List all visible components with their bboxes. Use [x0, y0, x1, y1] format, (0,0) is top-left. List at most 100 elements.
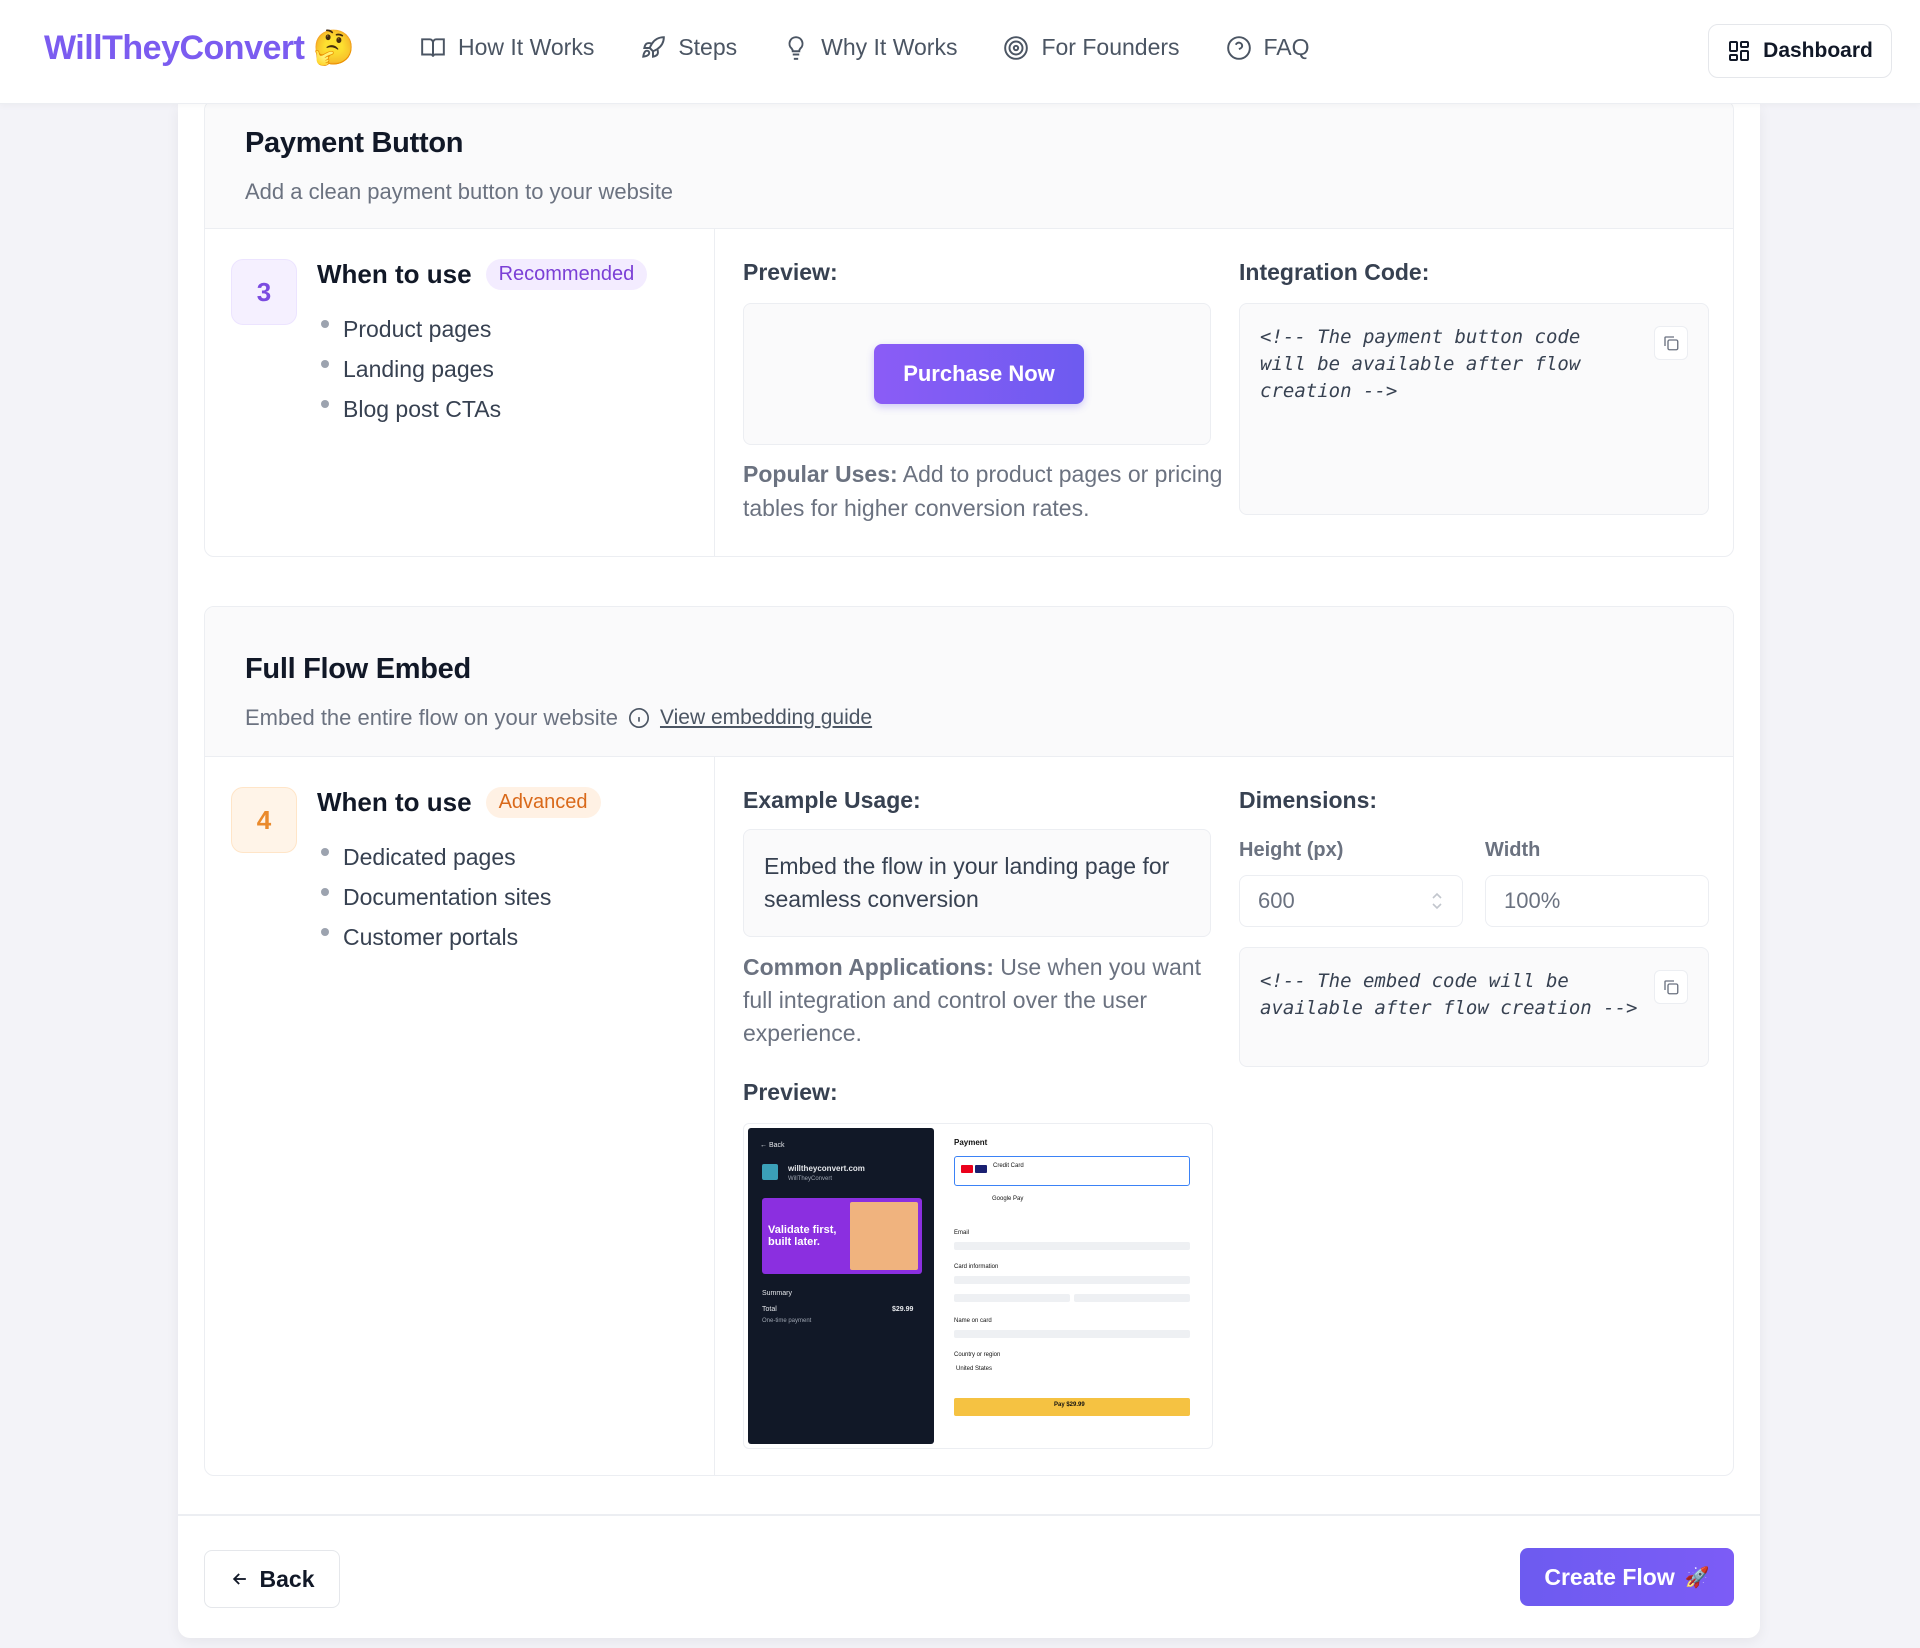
common-applications-label: Common Applications: — [743, 954, 994, 980]
list-item: Dedicated pages — [321, 837, 551, 877]
preview-card-logo — [975, 1165, 987, 1173]
preview-card-info-label: Card information — [954, 1264, 999, 1270]
preview-expiry-input — [954, 1294, 1070, 1302]
help-circle-icon — [1226, 35, 1251, 60]
info-icon — [628, 708, 649, 728]
nav-how-it-works[interactable]: How It Works — [420, 34, 594, 61]
top-nav: WillTheyConvert 🤔 How It Works Steps Why… — [0, 0, 1920, 104]
nav-links: How It Works Steps Why It Works For Foun… — [420, 34, 1310, 61]
step-number-badge: 4 — [231, 787, 297, 853]
card-header: Full Flow Embed Embed the entire flow on… — [205, 607, 1733, 757]
card-title: Payment Button — [245, 127, 464, 159]
card-subtitle: Embed the entire flow on your website Vi… — [245, 705, 872, 731]
advanced-tag: Advanced — [485, 787, 601, 818]
preview-dark-panel: ← Back willtheyconvert.com WillTheyConve… — [748, 1128, 934, 1444]
lightbulb-icon — [788, 35, 804, 60]
nav-why-it-works[interactable]: Why It Works — [783, 34, 957, 61]
thinking-face-icon: 🤔 — [312, 28, 355, 68]
nav-for-founders[interactable]: For Founders — [1003, 34, 1180, 61]
preview-total-label: Total — [762, 1306, 777, 1313]
width-label: Width — [1485, 839, 1541, 861]
height-value: 600 — [1258, 888, 1295, 913]
list-item: Documentation sites — [321, 877, 551, 917]
nav-link-label: For Founders — [1041, 34, 1180, 60]
width-value: 100% — [1504, 888, 1561, 913]
height-label: Height (px) — [1239, 839, 1344, 861]
when-to-use-column: 3 When to use Recommended Product pages … — [205, 229, 715, 556]
card-title: Full Flow Embed — [245, 653, 471, 685]
create-flow-label: Create Flow — [1544, 1563, 1675, 1590]
card-subtitle: Add a clean payment button to your websi… — [245, 179, 673, 205]
nav-steps[interactable]: Steps — [640, 34, 737, 61]
preview-name-label: Name on card — [954, 1318, 992, 1324]
when-to-use-title: When to use — [317, 787, 472, 817]
back-button[interactable]: Back — [204, 1550, 340, 1608]
integration-code-label: Integration Code: — [1239, 259, 1430, 285]
nav-faq[interactable]: FAQ — [1226, 34, 1310, 61]
preview-label: Preview: — [743, 259, 838, 285]
preview-country-value: United States — [956, 1366, 993, 1372]
integration-code-box: <!-- The payment button code will be ava… — [1239, 303, 1709, 515]
preview-box: Purchase Now — [743, 303, 1211, 445]
create-flow-button[interactable]: Create Flow 🚀 — [1520, 1548, 1734, 1606]
nav-link-label: How It Works — [458, 34, 595, 60]
preview-country-label: Country or region — [954, 1352, 1001, 1358]
preview-summary-label: Summary — [762, 1290, 792, 1297]
preview-name-input — [954, 1330, 1190, 1338]
layout-grid-icon — [1729, 41, 1750, 61]
preview-site-sub: WillTheyConvert — [788, 1176, 833, 1182]
example-usage-label: Example Usage: — [743, 787, 921, 813]
purchase-now-button[interactable]: Purchase Now — [874, 344, 1084, 404]
copy-icon — [1664, 336, 1679, 351]
use-list: Dedicated pages Documentation sites Cust… — [321, 837, 551, 957]
preview-card-option: Credit Card — [954, 1156, 1190, 1186]
example-usage-box: Embed the flow in your landing page for … — [743, 829, 1211, 937]
width-input[interactable]: 100% — [1485, 875, 1709, 927]
number-stepper[interactable] — [1430, 889, 1444, 913]
preview-hero-text: Validate first, built later. — [768, 1224, 837, 1248]
copy-button[interactable] — [1654, 970, 1688, 1004]
preview-once-label: One-time payment — [762, 1318, 812, 1324]
dashboard-button[interactable]: Dashboard — [1708, 24, 1892, 78]
height-input[interactable]: 600 — [1239, 875, 1463, 927]
copy-button[interactable] — [1654, 326, 1688, 360]
footer-divider — [178, 1514, 1760, 1516]
preview-card-logo — [961, 1165, 973, 1173]
logo-text: WillTheyConvert — [44, 28, 305, 67]
dashboard-label: Dashboard — [1763, 39, 1873, 62]
arrow-left-icon — [232, 1573, 246, 1585]
book-icon — [421, 37, 445, 57]
logo[interactable]: WillTheyConvert 🤔 — [44, 28, 355, 68]
view-embedding-guide-link[interactable]: View embedding guide — [660, 706, 872, 730]
target-icon — [1004, 35, 1029, 60]
preview-card-input — [954, 1276, 1190, 1284]
preview-cvc-input — [1074, 1294, 1190, 1302]
when-to-use-header: When to use Advanced — [317, 787, 601, 818]
preview-payment-title: Payment — [954, 1138, 988, 1147]
recommended-tag: Recommended — [485, 259, 648, 290]
preview-gpay-label: Google Pay — [992, 1196, 1024, 1202]
copy-icon — [1664, 980, 1679, 995]
payment-button-card: Payment Button Add a clean payment butto… — [204, 100, 1734, 557]
preview-site-name: willtheyconvert.com — [788, 1164, 865, 1173]
full-flow-embed-card: Full Flow Embed Embed the entire flow on… — [204, 606, 1734, 1476]
nav-link-label: FAQ — [1263, 34, 1310, 60]
card-subtitle-text: Embed the entire flow on your website — [245, 705, 618, 730]
example-usage-text: Embed the flow in your landing page for … — [764, 853, 1170, 912]
dimensions-label: Dimensions: — [1239, 787, 1378, 813]
chevron-up-down-icon — [1432, 892, 1442, 910]
preview-pay-label: Pay $29.99 — [1054, 1402, 1085, 1408]
popular-uses-text: Popular Uses: Add to product pages or pr… — [743, 457, 1223, 525]
preview-email-label: Email — [954, 1230, 970, 1236]
list-item: Customer portals — [321, 917, 551, 957]
when-to-use-title: When to use — [317, 259, 472, 289]
card-body: 3 When to use Recommended Product pages … — [205, 229, 1733, 556]
preview-email-input — [954, 1242, 1190, 1250]
preview-hero-illustration — [850, 1202, 918, 1270]
step-number-badge: 3 — [231, 259, 297, 325]
flow-preview-image: ← Back willtheyconvert.com WillTheyConve… — [743, 1123, 1213, 1449]
preview-pay-button: Pay $29.99 — [954, 1398, 1190, 1416]
preview-total-value: $29.99 — [892, 1306, 914, 1313]
when-to-use-header: When to use Recommended — [317, 259, 648, 290]
list-item: Blog post CTAs — [321, 389, 501, 429]
